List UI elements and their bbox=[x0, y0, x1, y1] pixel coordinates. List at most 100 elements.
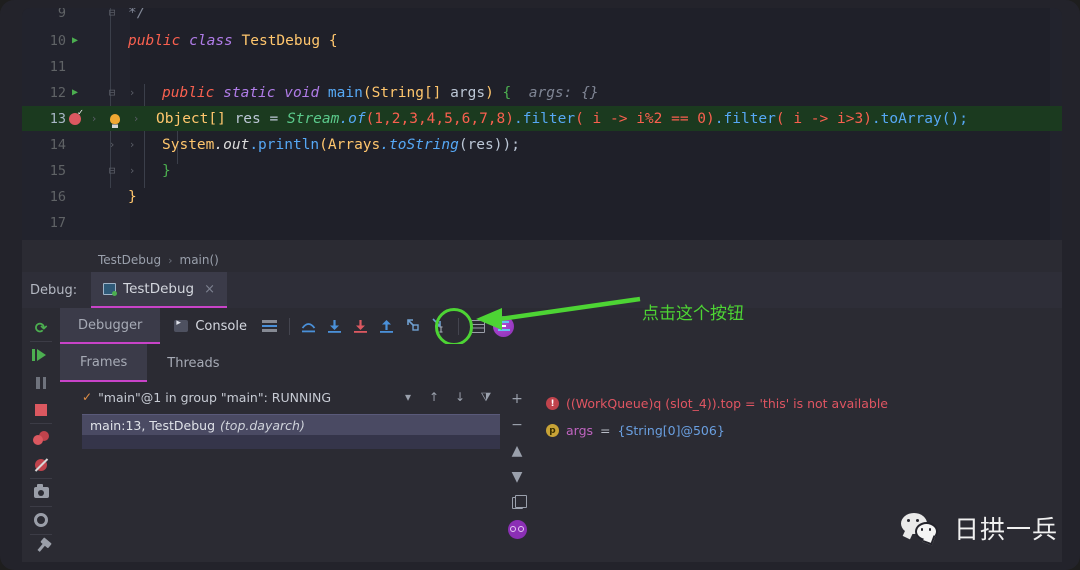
watches-button[interactable] bbox=[500, 516, 534, 542]
line-number: 14 bbox=[49, 136, 66, 153]
variable-row-param[interactable]: p args = {String[0]@506} bbox=[534, 417, 1062, 444]
kw-public: public bbox=[128, 32, 181, 49]
settings-button[interactable] bbox=[22, 507, 60, 534]
breakpoint-icon[interactable] bbox=[66, 108, 84, 125]
method-filter2: .filter bbox=[714, 110, 776, 127]
step-into-button[interactable] bbox=[322, 313, 348, 339]
fold-icon[interactable]: ⊟ bbox=[102, 8, 122, 19]
tab-threads[interactable]: Threads bbox=[147, 344, 239, 382]
variable-equals: = bbox=[600, 423, 611, 438]
fold-chevron[interactable]: › bbox=[122, 164, 142, 177]
force-step-into-icon bbox=[352, 318, 369, 335]
code-line-11: 11 bbox=[22, 54, 1062, 79]
line-number: 15 bbox=[49, 162, 66, 179]
move-up-icon[interactable]: ↑ bbox=[424, 390, 444, 404]
code-content: public class TestDebug { bbox=[128, 33, 338, 49]
method-name: main bbox=[327, 84, 363, 101]
method-of: .of bbox=[339, 110, 366, 127]
variable-value: {String[0]@506} bbox=[617, 423, 725, 438]
close-icon[interactable]: × bbox=[204, 282, 215, 297]
tab-frames[interactable]: Frames bbox=[60, 344, 148, 382]
stream-chain-icon bbox=[493, 315, 515, 337]
debug-session-tab[interactable]: TestDebug × bbox=[91, 272, 228, 308]
pause-program-button[interactable] bbox=[22, 369, 60, 396]
screenshot-frame: 9 ⊟ */ 10 ▶ public class TestDebug { 11 … bbox=[0, 0, 1080, 570]
ide-window: 9 ⊟ */ 10 ▶ public class TestDebug { 11 … bbox=[22, 8, 1062, 562]
tab-console[interactable]: Console bbox=[160, 308, 257, 344]
drop-frame-button[interactable] bbox=[400, 313, 426, 339]
frame-row[interactable]: main:13, TestDebug (top.dayarch) bbox=[82, 414, 500, 435]
step-over-button[interactable] bbox=[296, 313, 322, 339]
resume-program-button[interactable] bbox=[22, 342, 60, 369]
args-res: (res)); bbox=[458, 136, 520, 153]
move-watch-up-button[interactable]: ▲ bbox=[500, 438, 534, 464]
stop-button[interactable] bbox=[22, 396, 60, 423]
frame-location: main:13, TestDebug bbox=[90, 417, 216, 433]
run-gutter-icon[interactable]: ▶ bbox=[66, 87, 84, 98]
fold-icon[interactable]: ⊟ bbox=[102, 164, 122, 177]
debug-label: Debug: bbox=[30, 282, 78, 298]
run-to-cursor-button[interactable] bbox=[426, 313, 452, 339]
chevron-down-icon[interactable]: ▾ bbox=[398, 390, 418, 404]
drop-frame-icon bbox=[404, 316, 421, 337]
execution-point-icon bbox=[262, 320, 278, 332]
mute-breakpoints-button[interactable] bbox=[22, 451, 60, 478]
add-watch-button[interactable]: + bbox=[500, 386, 534, 412]
line-number: 10 bbox=[49, 32, 66, 49]
code-line-16: 16 } bbox=[22, 184, 1062, 209]
watches-icon bbox=[507, 519, 527, 539]
error-badge: ! bbox=[546, 397, 559, 410]
trace-stream-chain-button[interactable] bbox=[491, 313, 517, 339]
force-step-into-button[interactable] bbox=[348, 313, 374, 339]
fold-chevron[interactable]: › bbox=[84, 112, 104, 125]
code-fragment: */ bbox=[128, 8, 146, 21]
thread-selector-value[interactable]: "main"@1 in group "main": RUNNING bbox=[98, 390, 392, 405]
breadcrumb-method[interactable]: main() bbox=[180, 253, 219, 267]
pin-icon bbox=[36, 543, 46, 552]
line-number: 9 bbox=[57, 8, 66, 21]
method-tostring: .toString bbox=[380, 136, 459, 153]
frames-empty-area bbox=[82, 435, 500, 449]
show-execution-point-button[interactable] bbox=[257, 313, 283, 339]
fold-chevron[interactable]: › bbox=[122, 86, 142, 99]
method-filter1: .filter bbox=[513, 110, 576, 127]
tab-debugger[interactable]: Debugger bbox=[60, 308, 161, 344]
pin-tab-button[interactable] bbox=[22, 535, 60, 562]
method-println: .println bbox=[249, 136, 320, 153]
breadcrumb-class[interactable]: TestDebug bbox=[98, 253, 161, 267]
class-name: TestDebug bbox=[241, 32, 321, 49]
fold-chevron[interactable]: › bbox=[102, 138, 122, 151]
method-toarray: .toArray(); bbox=[871, 110, 968, 127]
fold-chevron[interactable]: › bbox=[126, 112, 146, 125]
evaluate-expression-button[interactable] bbox=[465, 313, 491, 339]
code-line-15: 15 ⊟ › } bbox=[22, 158, 1062, 183]
watermark: 日拱一兵 bbox=[900, 510, 1058, 546]
thread-selector-row[interactable]: ✓ "main"@1 in group "main": RUNNING ▾ ↑ … bbox=[60, 382, 500, 412]
copy-icon bbox=[511, 495, 527, 509]
rerun-button[interactable]: ⟳ bbox=[22, 314, 60, 341]
copy-value-button[interactable] bbox=[500, 490, 534, 516]
breadcrumb[interactable]: TestDebug › main() bbox=[22, 248, 1062, 272]
thread-dump-button[interactable] bbox=[22, 479, 60, 506]
code-line-9: 9 ⊟ */ bbox=[22, 8, 1062, 25]
run-gutter-icon[interactable]: ▶ bbox=[66, 35, 84, 46]
code-line-17: 17 bbox=[22, 210, 1062, 235]
code-editor[interactable]: 9 ⊟ */ 10 ▶ public class TestDebug { 11 … bbox=[22, 8, 1062, 240]
param-badge: p bbox=[546, 424, 559, 437]
remove-watch-button[interactable]: − bbox=[500, 412, 534, 438]
fold-chevron[interactable]: › bbox=[122, 138, 142, 151]
breadcrumb-separator: › bbox=[168, 253, 173, 267]
annotation-text: 点击这个按钮 bbox=[642, 304, 744, 324]
lambda1: ( i -> i%2 == 0) bbox=[575, 110, 715, 127]
lightbulb-icon[interactable] bbox=[104, 113, 126, 128]
move-down-icon[interactable]: ↓ bbox=[450, 390, 470, 404]
step-into-icon bbox=[326, 318, 343, 335]
view-breakpoints-button[interactable] bbox=[22, 424, 60, 451]
filter-icon[interactable]: ⧩ bbox=[476, 390, 496, 405]
variable-row-error[interactable]: ! ((WorkQueue)q (slot_4)).top = 'this' i… bbox=[534, 390, 1062, 417]
move-watch-down-button[interactable]: ▼ bbox=[500, 464, 534, 490]
fold-icon[interactable]: ⊟ bbox=[102, 86, 122, 99]
step-out-button[interactable] bbox=[374, 313, 400, 339]
watermark-text: 日拱一兵 bbox=[953, 515, 1058, 544]
param-type: String[] bbox=[371, 84, 442, 101]
